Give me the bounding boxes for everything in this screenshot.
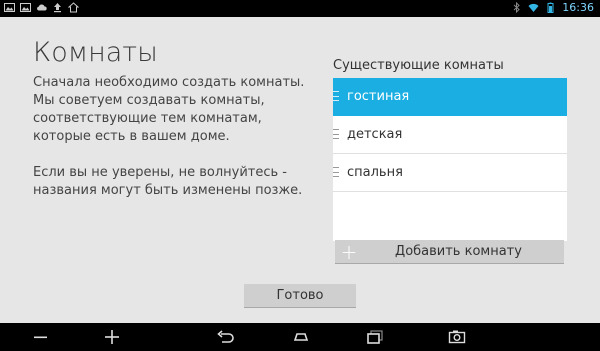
room-item-bedroom[interactable]: спальня [333, 154, 567, 192]
drag-handle-icon[interactable] [333, 91, 339, 101]
wifi-icon [528, 2, 539, 13]
cloud-icon [36, 2, 47, 13]
page-title: Комнаты [33, 37, 158, 68]
navigation-bar [0, 323, 600, 351]
drag-handle-icon[interactable] [333, 129, 339, 139]
room-label: гостиная [347, 89, 410, 104]
minus-icon[interactable] [32, 329, 50, 345]
home-icon[interactable] [292, 329, 310, 345]
room-label: спальня [347, 165, 403, 180]
home-icon [68, 2, 79, 13]
plus-icon: + [340, 239, 358, 264]
upload-icon [52, 2, 63, 13]
status-bar: 16:36 [0, 0, 600, 17]
image-icon [4, 2, 15, 13]
plus-icon[interactable] [103, 329, 121, 345]
image-icon [20, 2, 31, 13]
description-paragraph-1: Сначала необходимо создать комнаты. Мы с… [33, 75, 305, 144]
add-room-button[interactable]: + Добавить комнату [335, 240, 564, 264]
status-time: 16:36 [562, 1, 594, 14]
room-item-kids-room[interactable]: детская [333, 116, 567, 154]
add-room-label: Добавить комнату [395, 244, 522, 259]
screenshot-icon[interactable] [448, 329, 466, 345]
description-paragraph-2: Если вы не уверены, не волнуйтесь - назв… [33, 165, 303, 198]
room-label: детская [347, 127, 403, 142]
recent-apps-icon[interactable] [366, 329, 384, 345]
rooms-list: гостиная детская спальня [333, 78, 567, 241]
drag-handle-icon[interactable] [333, 167, 339, 177]
battery-icon [545, 2, 556, 13]
description: Сначала необходимо создать комнаты. Мы с… [33, 74, 313, 200]
rooms-list-title: Существующие комнаты [333, 58, 504, 73]
room-item-living-room[interactable]: гостиная [333, 78, 567, 116]
done-button[interactable]: Готово [244, 284, 356, 308]
back-icon[interactable] [216, 329, 234, 345]
bluetooth-icon [511, 2, 522, 13]
